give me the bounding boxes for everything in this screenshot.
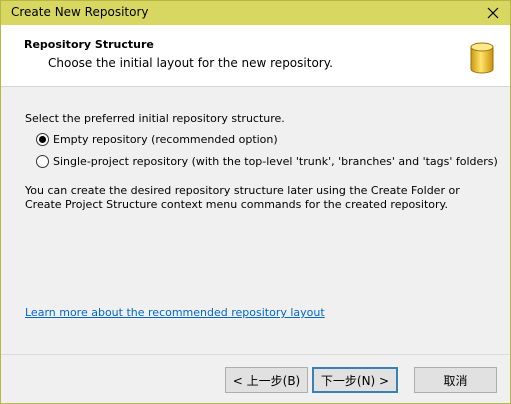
single-project-label: Single-project repository (with the top-…	[53, 155, 498, 168]
cancel-button[interactable]: 取消	[414, 367, 497, 393]
radio-empty-repository[interactable]	[36, 133, 49, 146]
close-icon[interactable]	[476, 1, 510, 25]
info-note: You can create the desired repository st…	[25, 184, 460, 211]
title-bar[interactable]: Create New Repository	[1, 1, 510, 25]
next-button[interactable]: 下一步(N) >	[312, 367, 398, 393]
footer-divider	[1, 354, 510, 355]
page-subtitle: Choose the initial layout for the new re…	[48, 56, 333, 70]
empty-repository-label: Empty repository (recommended option)	[53, 133, 278, 146]
create-repository-dialog: Create New Repository Repository Structu…	[0, 0, 511, 404]
database-icon	[470, 42, 494, 74]
back-button[interactable]: < 上一步(B)	[225, 367, 308, 393]
learn-more-link[interactable]: Learn more about the recommended reposit…	[25, 306, 325, 319]
page-title: Repository Structure	[24, 38, 154, 51]
empty-repository-option[interactable]: Empty repository (recommended option)	[36, 133, 278, 146]
structure-prompt: Select the preferred initial repository …	[25, 112, 285, 125]
window-title: Create New Repository	[11, 5, 149, 19]
wizard-header: Repository Structure Choose the initial …	[1, 25, 510, 87]
radio-single-project[interactable]	[36, 155, 49, 168]
single-project-option[interactable]: Single-project repository (with the top-…	[36, 155, 498, 168]
